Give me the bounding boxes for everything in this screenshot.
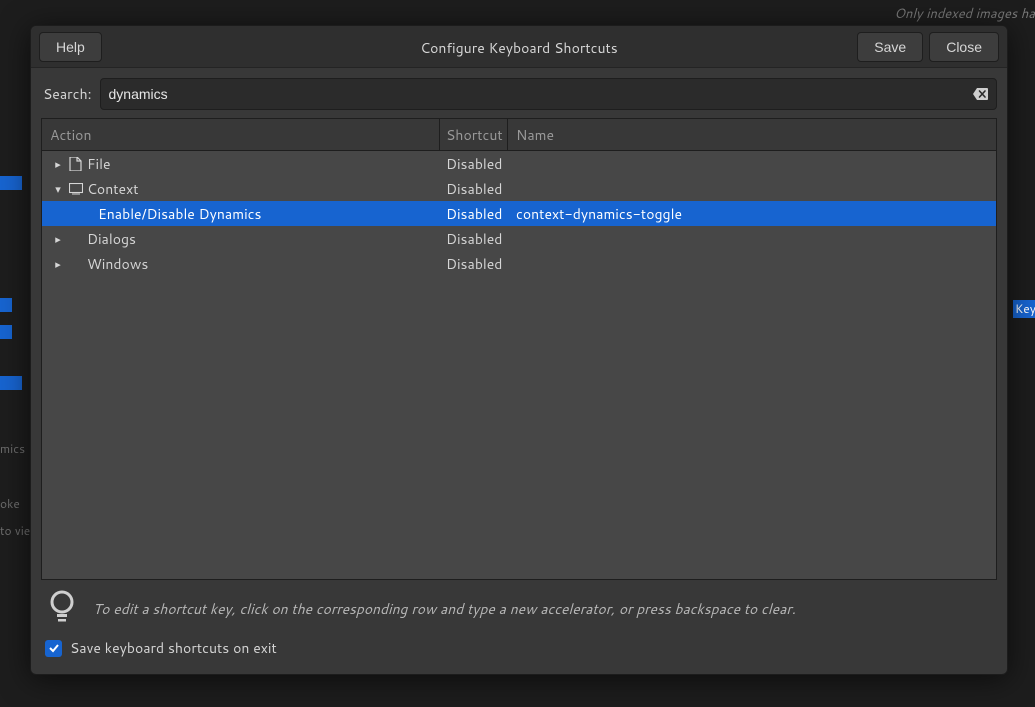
bg-hint-text: Only indexed images ha bbox=[894, 5, 1035, 23]
search-box bbox=[100, 78, 997, 110]
table-row[interactable]: Dialogs Disabled bbox=[42, 226, 996, 251]
save-on-exit-row[interactable]: Save keyboard shortcuts on exit bbox=[41, 638, 997, 664]
bg-selection-stripe bbox=[0, 298, 12, 312]
search-row: Search: bbox=[41, 78, 997, 110]
row-label: Context bbox=[87, 179, 139, 199]
row-shortcut: Disabled bbox=[440, 179, 508, 199]
table-row[interactable]: Enable/Disable Dynamics Disabled context… bbox=[42, 201, 996, 226]
row-shortcut: Disabled bbox=[440, 154, 508, 174]
bg-key-badge: Keyb bbox=[1013, 300, 1035, 318]
column-header-action[interactable]: Action bbox=[42, 119, 440, 150]
search-input[interactable] bbox=[109, 86, 972, 102]
row-label: Windows bbox=[87, 254, 148, 274]
row-shortcut: Disabled bbox=[440, 204, 508, 224]
context-icon bbox=[68, 181, 83, 196]
bg-selection-stripe bbox=[0, 376, 22, 390]
hint-text: To edit a shortcut key, click on the cor… bbox=[93, 599, 796, 619]
row-name: context-dynamics-toggle bbox=[508, 204, 996, 224]
keyboard-shortcuts-dialog: Help Configure Keyboard Shortcuts Save C… bbox=[30, 25, 1008, 675]
save-button[interactable]: Save bbox=[857, 32, 923, 62]
table-header: Action Shortcut Name bbox=[42, 119, 996, 151]
bg-dim-text: to vie bbox=[0, 522, 30, 539]
blank-icon bbox=[68, 256, 83, 271]
column-header-shortcut[interactable]: Shortcut bbox=[440, 119, 508, 150]
row-label: Enable/Disable Dynamics bbox=[98, 204, 261, 224]
hint-row: To edit a shortcut key, click on the cor… bbox=[41, 580, 997, 638]
column-header-name[interactable]: Name bbox=[508, 119, 996, 150]
table-row[interactable]: File Disabled bbox=[42, 151, 996, 176]
expander-icon[interactable] bbox=[48, 181, 68, 197]
lightbulb-icon bbox=[45, 590, 79, 628]
file-icon bbox=[68, 156, 83, 171]
table-row[interactable]: Windows Disabled bbox=[42, 251, 996, 276]
expander-icon[interactable] bbox=[48, 231, 68, 247]
row-shortcut: Disabled bbox=[440, 229, 508, 249]
expander-icon[interactable] bbox=[48, 256, 68, 272]
bg-selection-stripe bbox=[0, 325, 12, 339]
blank-icon bbox=[68, 231, 83, 246]
table-body[interactable]: File Disabled Context Disabled bbox=[42, 151, 996, 579]
bg-dim-text: mics bbox=[0, 440, 25, 457]
dialog-titlebar: Help Configure Keyboard Shortcuts Save C… bbox=[31, 26, 1007, 68]
clear-search-icon[interactable] bbox=[972, 86, 988, 102]
help-button[interactable]: Help bbox=[39, 32, 102, 62]
close-button[interactable]: Close bbox=[929, 32, 999, 62]
expander-icon[interactable] bbox=[48, 156, 68, 172]
bg-selection-stripe bbox=[0, 176, 22, 190]
dialog-body: Search: Action Shortcut Name bbox=[31, 68, 1007, 674]
row-label: Dialogs bbox=[87, 229, 136, 249]
row-shortcut: Disabled bbox=[440, 254, 508, 274]
save-on-exit-label: Save keyboard shortcuts on exit bbox=[70, 638, 277, 658]
bg-dim-text: oke bbox=[0, 495, 20, 512]
search-label: Search: bbox=[41, 84, 92, 104]
save-on-exit-checkbox[interactable] bbox=[45, 640, 62, 657]
row-label: File bbox=[87, 154, 111, 174]
shortcuts-table: Action Shortcut Name File Disabled bbox=[41, 118, 997, 580]
table-row[interactable]: Context Disabled bbox=[42, 176, 996, 201]
